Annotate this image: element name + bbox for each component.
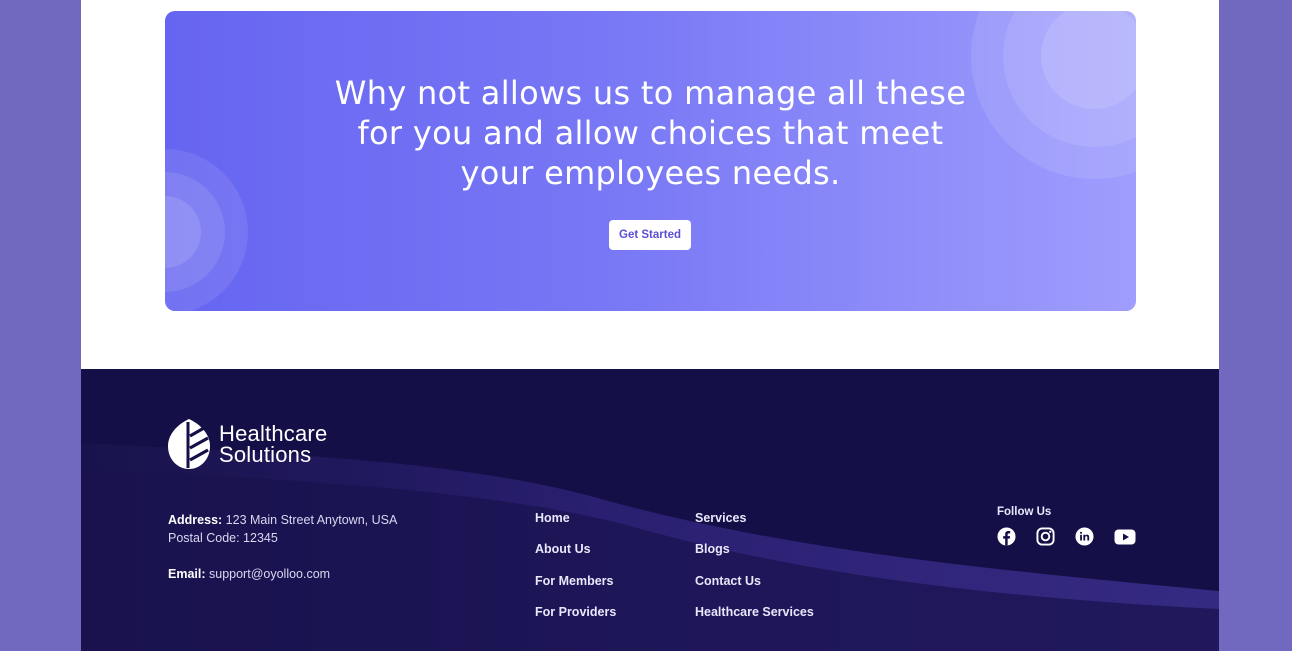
footer-link-healthcare-services[interactable]: Healthcare Services	[695, 605, 814, 619]
site-footer: Healthcare Solutions Address: 123 Main S…	[81, 369, 1219, 651]
get-started-button[interactable]: Get Started	[609, 220, 691, 250]
address-label: Address:	[168, 513, 223, 527]
brand-name: Healthcare Solutions	[219, 421, 328, 467]
linkedin-icon[interactable]	[1075, 527, 1094, 546]
email-label: Email:	[168, 567, 206, 581]
footer-links-column-2: Services Blogs Contact Us Healthcare Ser…	[695, 510, 814, 636]
footer-link-contact-us[interactable]: Contact Us	[695, 574, 761, 588]
cta-banner: Why not allows us to manage all these fo…	[165, 11, 1136, 311]
footer-link-item: About Us	[535, 541, 616, 572]
footer-link-for-members[interactable]: For Members	[535, 574, 614, 588]
contact-info: Address: 123 Main Street Anytown, USA Po…	[168, 511, 397, 583]
footer-link-for-providers[interactable]: For Providers	[535, 605, 616, 619]
footer-link-item: For Members	[535, 573, 616, 604]
footer-link-item: Contact Us	[695, 573, 814, 604]
brand-logo[interactable]: Healthcare Solutions	[168, 418, 327, 470]
address-row: Address: 123 Main Street Anytown, USA	[168, 511, 397, 529]
footer-link-about-us[interactable]: About Us	[535, 542, 591, 556]
brand-line-1: Healthcare	[219, 421, 328, 446]
follow-us-heading: Follow Us	[997, 506, 1052, 518]
instagram-icon[interactable]	[1036, 527, 1055, 546]
social-links	[997, 527, 1156, 546]
page-content: Why not allows us to manage all these fo…	[81, 0, 1219, 651]
postal-code: Postal Code: 12345	[168, 531, 278, 545]
brand-line-2: Solutions	[219, 442, 312, 467]
leaf-logo-icon	[168, 419, 210, 469]
footer-link-item: Healthcare Services	[695, 604, 814, 635]
footer-link-services[interactable]: Services	[695, 511, 746, 525]
youtube-icon[interactable]	[1114, 529, 1136, 545]
footer-link-item: Blogs	[695, 541, 814, 572]
footer-link-blogs[interactable]: Blogs	[695, 542, 730, 556]
footer-link-item: Services	[695, 510, 814, 541]
footer-link-item: For Providers	[535, 604, 616, 635]
email-value[interactable]: support@oyolloo.com	[209, 567, 330, 581]
email-row: Email: support@oyolloo.com	[168, 565, 397, 583]
address-value: 123 Main Street Anytown, USA	[225, 513, 398, 527]
facebook-icon[interactable]	[997, 527, 1016, 546]
cta-heading: Why not allows us to manage all these fo…	[334, 74, 967, 192]
footer-link-item: Home	[535, 510, 616, 541]
footer-links-column-1: Home About Us For Members For Providers	[535, 510, 616, 636]
footer-link-home[interactable]: Home	[535, 511, 570, 525]
